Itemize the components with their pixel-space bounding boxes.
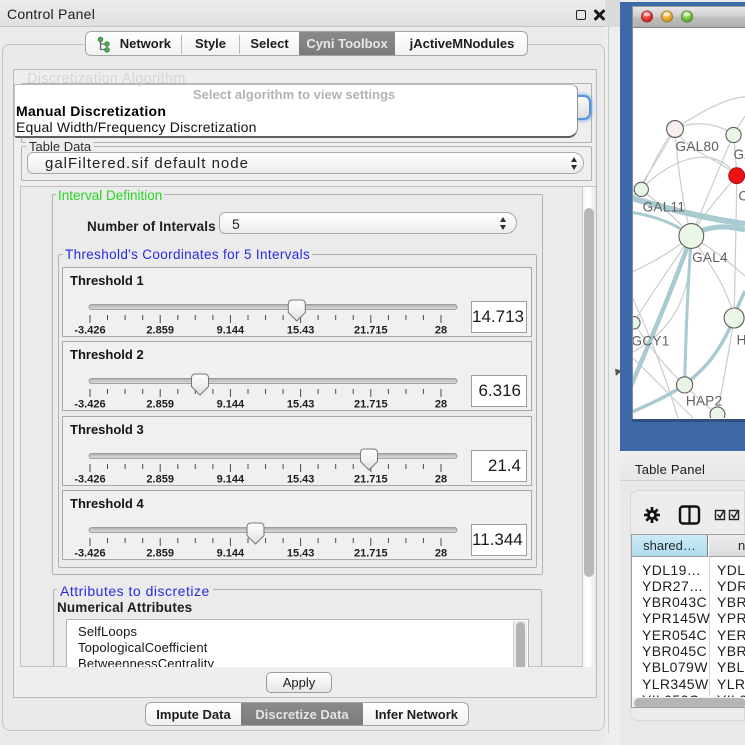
svg-text:GAL4: GAL4 — [692, 250, 728, 265]
svg-text:28: 28 — [435, 325, 447, 337]
svg-text:2.859: 2.859 — [146, 399, 174, 411]
svg-text:28: 28 — [435, 399, 447, 411]
svg-text:21.715: 21.715 — [354, 548, 388, 560]
svg-text:9.144: 9.144 — [217, 548, 245, 560]
svg-text:21.715: 21.715 — [354, 325, 388, 337]
svg-text:21.715: 21.715 — [354, 474, 388, 486]
svg-text:28: 28 — [435, 474, 447, 486]
svg-text:28: 28 — [435, 548, 447, 560]
svg-text:9.144: 9.144 — [217, 399, 245, 411]
svg-text:-3.426: -3.426 — [74, 399, 105, 411]
svg-text:GA: GA — [734, 147, 745, 162]
svg-text:2.859: 2.859 — [146, 548, 174, 560]
svg-text:2.859: 2.859 — [146, 325, 174, 337]
svg-text:9.144: 9.144 — [217, 474, 245, 486]
svg-text:GAL11: GAL11 — [643, 200, 686, 215]
svg-text:C: C — [738, 189, 745, 204]
svg-text:9.144: 9.144 — [217, 325, 245, 337]
svg-text:-3.426: -3.426 — [74, 474, 105, 486]
svg-text:H: H — [737, 333, 745, 348]
svg-text:-3.426: -3.426 — [74, 548, 105, 560]
svg-text:-3.426: -3.426 — [74, 325, 105, 337]
svg-text:21.715: 21.715 — [354, 399, 388, 411]
svg-text:15.43: 15.43 — [287, 399, 315, 411]
svg-text:15.43: 15.43 — [287, 548, 315, 560]
svg-text:GCY1: GCY1 — [633, 334, 670, 349]
svg-text:15.43: 15.43 — [287, 474, 315, 486]
svg-text:15.43: 15.43 — [287, 325, 315, 337]
svg-text:2.859: 2.859 — [146, 474, 174, 486]
svg-text:HAP2: HAP2 — [686, 394, 723, 409]
svg-text:GAL80: GAL80 — [676, 139, 720, 154]
